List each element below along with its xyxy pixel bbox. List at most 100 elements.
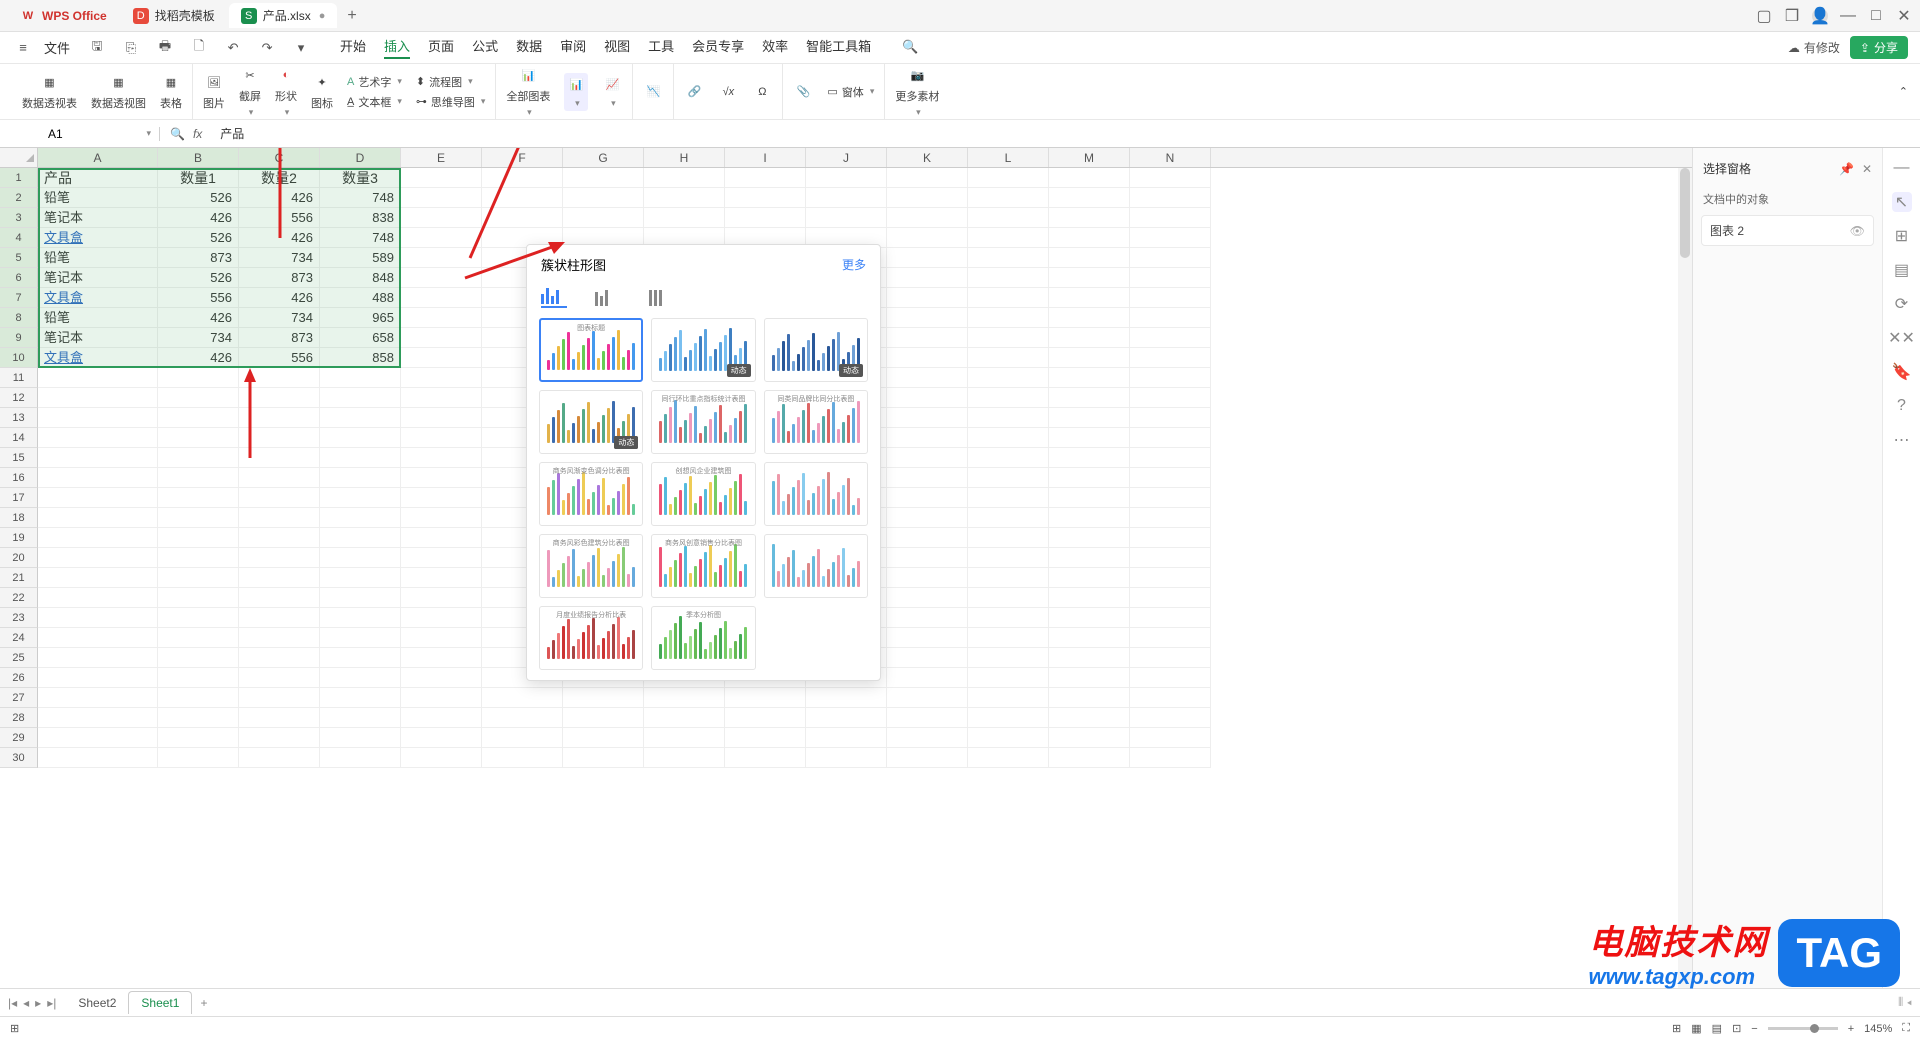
- all-charts-button[interactable]: 📊全部图表▾: [506, 65, 550, 118]
- cell[interactable]: [158, 528, 239, 548]
- new-tab-button[interactable]: +: [339, 3, 364, 29]
- row-header[interactable]: 6: [0, 268, 38, 288]
- cell[interactable]: [320, 688, 401, 708]
- cell[interactable]: 526: [158, 268, 239, 288]
- cell[interactable]: [887, 328, 968, 348]
- zoom-out-button[interactable]: −: [1751, 1023, 1757, 1035]
- fullscreen-icon[interactable]: ⛶: [1902, 1022, 1910, 1035]
- row-header[interactable]: 18: [0, 508, 38, 528]
- visibility-icon[interactable]: 👁: [1850, 224, 1865, 238]
- cell[interactable]: [482, 688, 563, 708]
- cell[interactable]: [320, 448, 401, 468]
- cell[interactable]: [38, 528, 158, 548]
- cell[interactable]: [887, 428, 968, 448]
- view-page-icon[interactable]: ▤: [1712, 1022, 1722, 1035]
- chart-subtab-clustered[interactable]: [541, 286, 567, 308]
- cell[interactable]: [887, 688, 968, 708]
- row-header[interactable]: 24: [0, 628, 38, 648]
- cell[interactable]: [968, 688, 1049, 708]
- cell[interactable]: 858: [320, 348, 401, 368]
- cell[interactable]: [239, 588, 320, 608]
- cell[interactable]: [239, 748, 320, 768]
- chart-subtab-100stacked[interactable]: [649, 286, 675, 308]
- cell[interactable]: [401, 648, 482, 668]
- cell[interactable]: [968, 628, 1049, 648]
- cell[interactable]: [239, 628, 320, 648]
- chart-subtab-stacked[interactable]: [595, 286, 621, 308]
- cell[interactable]: [38, 408, 158, 428]
- tab-data[interactable]: 数据: [516, 36, 542, 59]
- cell[interactable]: [320, 608, 401, 628]
- cell[interactable]: [1130, 208, 1211, 228]
- cell[interactable]: [563, 688, 644, 708]
- cell[interactable]: [968, 268, 1049, 288]
- cell[interactable]: [887, 448, 968, 468]
- col-header-K[interactable]: K: [887, 148, 968, 167]
- cell[interactable]: [968, 708, 1049, 728]
- cell[interactable]: [401, 348, 482, 368]
- row-header[interactable]: 12: [0, 388, 38, 408]
- col-header-G[interactable]: G: [563, 148, 644, 167]
- cell[interactable]: [887, 568, 968, 588]
- screenshot-button[interactable]: ✂截屏▾: [239, 65, 261, 118]
- cell[interactable]: [1130, 368, 1211, 388]
- cell[interactable]: [320, 668, 401, 688]
- cell[interactable]: [401, 748, 482, 768]
- cell[interactable]: [1049, 208, 1130, 228]
- cell[interactable]: [158, 548, 239, 568]
- cell[interactable]: [968, 608, 1049, 628]
- cell[interactable]: [887, 508, 968, 528]
- name-box[interactable]: A1▾: [40, 127, 160, 141]
- tab-insert[interactable]: 插入: [384, 36, 410, 59]
- cell[interactable]: [1049, 708, 1130, 728]
- row-header[interactable]: 20: [0, 548, 38, 568]
- cell[interactable]: [158, 388, 239, 408]
- cell[interactable]: [320, 428, 401, 448]
- cell[interactable]: [38, 468, 158, 488]
- cell[interactable]: [887, 288, 968, 308]
- row-header[interactable]: 2: [0, 188, 38, 208]
- cell[interactable]: 文具盒: [38, 228, 158, 248]
- row-header[interactable]: 23: [0, 608, 38, 628]
- cell[interactable]: [887, 368, 968, 388]
- cell[interactable]: [38, 568, 158, 588]
- cell[interactable]: [1130, 188, 1211, 208]
- cell[interactable]: [239, 648, 320, 668]
- symbol-button[interactable]: Ω: [752, 82, 772, 102]
- cell[interactable]: [158, 628, 239, 648]
- sparkline-button[interactable]: 📉: [643, 82, 663, 102]
- col-header-I[interactable]: I: [725, 148, 806, 167]
- cell[interactable]: [1130, 488, 1211, 508]
- cell[interactable]: [158, 748, 239, 768]
- bookmark-icon[interactable]: 🔖: [1892, 362, 1912, 382]
- cell[interactable]: 556: [158, 288, 239, 308]
- cell[interactable]: [401, 368, 482, 388]
- chart-pop-more-link[interactable]: 更多: [842, 256, 866, 273]
- cell[interactable]: [887, 248, 968, 268]
- cell[interactable]: [320, 708, 401, 728]
- chart-thumb[interactable]: 创想风企业建筑图: [651, 462, 755, 526]
- cell[interactable]: [401, 288, 482, 308]
- cell[interactable]: [38, 388, 158, 408]
- cell[interactable]: [401, 428, 482, 448]
- cell[interactable]: [320, 488, 401, 508]
- row-header[interactable]: 27: [0, 688, 38, 708]
- cell[interactable]: [1049, 328, 1130, 348]
- cell[interactable]: [320, 468, 401, 488]
- cell[interactable]: [239, 468, 320, 488]
- cell[interactable]: [968, 508, 1049, 528]
- cell[interactable]: [320, 388, 401, 408]
- save-icon[interactable]: 🖫: [86, 37, 108, 59]
- cell[interactable]: [38, 448, 158, 468]
- camera-button[interactable]: 📷更多素材▾: [895, 65, 939, 118]
- cell[interactable]: [1049, 308, 1130, 328]
- cell[interactable]: [968, 328, 1049, 348]
- cell[interactable]: 748: [320, 228, 401, 248]
- cell[interactable]: 965: [320, 308, 401, 328]
- hscroll-handle-icon[interactable]: ⦀ ◂: [1898, 995, 1912, 1010]
- mindmap-button[interactable]: ⊶思维导图▾: [416, 94, 486, 110]
- cell[interactable]: [968, 728, 1049, 748]
- cell[interactable]: [1049, 428, 1130, 448]
- cell[interactable]: [239, 728, 320, 748]
- vertical-scrollbar[interactable]: [1678, 168, 1692, 988]
